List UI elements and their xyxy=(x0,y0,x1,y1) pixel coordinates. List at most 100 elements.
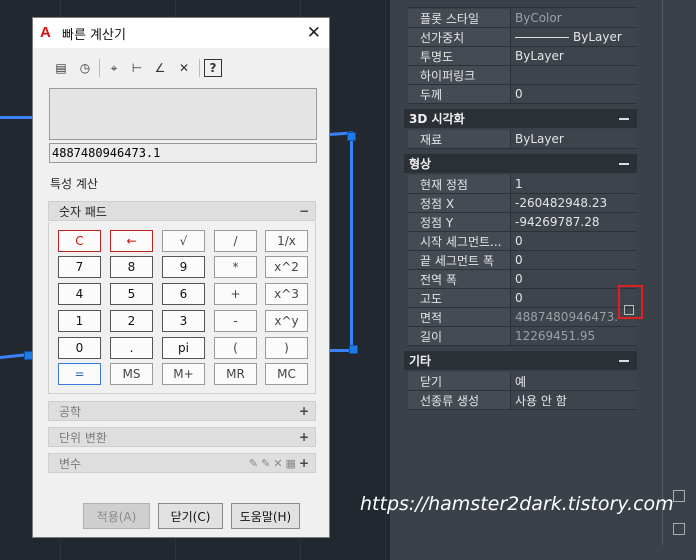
property-value[interactable]: -260482948.23 xyxy=(511,194,637,212)
key-4[interactable]: 4 xyxy=(58,283,101,305)
property-value[interactable]: 사용 안 함 xyxy=(511,391,637,409)
edit-variable-icon[interactable]: ✎ xyxy=(261,457,270,470)
key-multiply[interactable]: * xyxy=(214,256,257,278)
property-row[interactable]: 두께 0 xyxy=(408,85,637,104)
property-row[interactable]: 고도 0 xyxy=(408,289,637,308)
key-minus[interactable]: - xyxy=(214,310,257,332)
key-backspace[interactable]: ← xyxy=(110,230,153,252)
clear-icon[interactable]: ▤ xyxy=(52,59,70,77)
collapse-icon[interactable] xyxy=(619,359,629,362)
property-row[interactable]: 선가중치 ByLayer xyxy=(408,28,637,47)
get-coordinates-icon[interactable]: ⌖ xyxy=(105,59,123,77)
properties-icon[interactable] xyxy=(673,490,685,502)
property-row[interactable]: 현재 정점 1 xyxy=(408,175,637,194)
key-6[interactable]: 6 xyxy=(162,283,205,305)
property-row[interactable]: 면적 4887480946473. xyxy=(408,308,637,327)
key-clear[interactable]: C xyxy=(58,230,101,252)
property-row[interactable]: 정점 Y -94269787.28 xyxy=(408,213,637,232)
property-value[interactable]: ByLayer xyxy=(511,130,637,148)
polyline-segment[interactable] xyxy=(350,136,353,350)
key-5[interactable]: 5 xyxy=(110,283,153,305)
property-value[interactable]: ByLayer xyxy=(511,47,637,65)
property-value[interactable]: 0 xyxy=(511,85,637,103)
expand-icon[interactable]: + xyxy=(299,456,309,470)
key-3[interactable]: 3 xyxy=(162,310,205,332)
vertex-grip[interactable] xyxy=(349,345,358,354)
quickcalc-button-icon[interactable] xyxy=(624,305,634,315)
property-row[interactable]: 정점 X -260482948.23 xyxy=(408,194,637,213)
panel-engineering[interactable]: 공학 + xyxy=(48,401,316,421)
key-open-paren[interactable]: ( xyxy=(214,337,257,359)
expand-icon[interactable]: + xyxy=(299,404,309,418)
section-header[interactable]: 3D 시각화 xyxy=(404,109,637,128)
key-9[interactable]: 9 xyxy=(162,256,205,278)
vertex-grip[interactable] xyxy=(347,132,356,141)
property-row[interactable]: 재료 ByLayer xyxy=(408,130,637,149)
property-value[interactable]: -94269787.28 xyxy=(511,213,637,231)
calc-input-field[interactable]: 4887480946473.1 xyxy=(49,143,317,163)
property-row[interactable]: 전역 폭0 xyxy=(408,270,637,289)
key-memory-recall[interactable]: MR xyxy=(214,363,257,385)
key-square[interactable]: x^2 xyxy=(265,256,308,278)
key-pi[interactable]: pi xyxy=(162,337,205,359)
polyline-segment[interactable] xyxy=(0,116,34,119)
key-7[interactable]: 7 xyxy=(58,256,101,278)
property-value[interactable]: 1 xyxy=(511,175,637,193)
property-value[interactable]: 0 xyxy=(511,251,637,269)
property-row[interactable]: 하이퍼링크 xyxy=(408,66,637,85)
delete-variable-icon[interactable]: ✕ xyxy=(273,457,282,470)
property-value[interactable]: 예 xyxy=(511,372,637,390)
clear-history-icon[interactable]: ◷ xyxy=(76,59,94,77)
property-row[interactable]: 플롯 스타일 ByColor xyxy=(408,9,637,28)
key-decimal[interactable]: . xyxy=(110,337,153,359)
key-sqrt[interactable]: √ xyxy=(162,230,205,252)
property-row[interactable]: 시작 세그먼트... 0 xyxy=(408,232,637,251)
angle-icon[interactable]: ∠ xyxy=(151,59,169,77)
quickselect-icon[interactable] xyxy=(673,523,685,535)
section-header[interactable]: 형상 xyxy=(404,154,637,173)
calculator-icon[interactable]: ▦ xyxy=(286,457,296,470)
key-0[interactable]: 0 xyxy=(58,337,101,359)
key-power[interactable]: x^y xyxy=(265,310,308,332)
quickcalc-dialog: A 빠른 계산기 ✕ ▤ ◷ ⌖ ⊢ ∠ ✕ ? 4887480946473.1… xyxy=(32,17,330,538)
key-memory-add[interactable]: M+ xyxy=(162,363,205,385)
property-value[interactable]: ByColor xyxy=(511,9,637,27)
help-button[interactable]: 도움말(H) xyxy=(231,503,300,529)
distance-icon[interactable]: ⊢ xyxy=(128,59,146,77)
property-value[interactable] xyxy=(511,66,637,84)
panel-variables[interactable]: 변수 ✎ ✎ ✕ ▦ + xyxy=(48,453,316,473)
key-equals[interactable]: = xyxy=(58,363,101,385)
section-header[interactable]: 기타 xyxy=(404,351,637,370)
property-row[interactable]: 길이 12269451.95 xyxy=(408,327,637,346)
expand-icon[interactable]: + xyxy=(299,430,309,444)
property-value[interactable]: 0 xyxy=(511,232,637,250)
key-divide[interactable]: / xyxy=(214,230,257,252)
property-row[interactable]: 투명도 ByLayer xyxy=(408,47,637,66)
apply-button[interactable]: 적용(A) xyxy=(83,503,150,529)
dialog-titlebar[interactable]: A 빠른 계산기 ✕ xyxy=(33,18,329,48)
close-button[interactable]: 닫기(C) xyxy=(158,503,223,529)
property-row[interactable]: 끝 세그먼트 폭0 xyxy=(408,251,637,270)
property-row[interactable]: 닫기 예 xyxy=(408,372,637,391)
collapse-icon[interactable] xyxy=(619,162,629,165)
panel-unit-conversion[interactable]: 단위 변환 + xyxy=(48,427,316,447)
collapse-icon[interactable] xyxy=(619,117,629,120)
property-value[interactable]: ByLayer xyxy=(511,28,637,46)
property-row[interactable]: 선종류 생성 사용 안 함 xyxy=(408,391,637,410)
key-memory-store[interactable]: MS xyxy=(110,363,153,385)
new-variable-icon[interactable]: ✎ xyxy=(249,457,258,470)
key-cube[interactable]: x^3 xyxy=(265,283,308,305)
key-2[interactable]: 2 xyxy=(110,310,153,332)
key-close-paren[interactable]: ) xyxy=(265,337,308,359)
key-plus[interactable]: + xyxy=(214,283,257,305)
help-icon[interactable]: ? xyxy=(204,59,222,77)
key-1[interactable]: 1 xyxy=(58,310,101,332)
close-icon[interactable]: ✕ xyxy=(307,23,321,43)
collapse-icon[interactable]: − xyxy=(299,204,309,218)
property-value[interactable]: 12269451.95 xyxy=(511,327,637,345)
key-reciprocal[interactable]: 1/x xyxy=(265,230,308,252)
key-8[interactable]: 8 xyxy=(110,256,153,278)
intersection-icon[interactable]: ✕ xyxy=(175,59,193,77)
key-memory-clear[interactable]: MC xyxy=(265,363,308,385)
keypad-header[interactable]: 숫자 패드 − xyxy=(48,201,316,221)
